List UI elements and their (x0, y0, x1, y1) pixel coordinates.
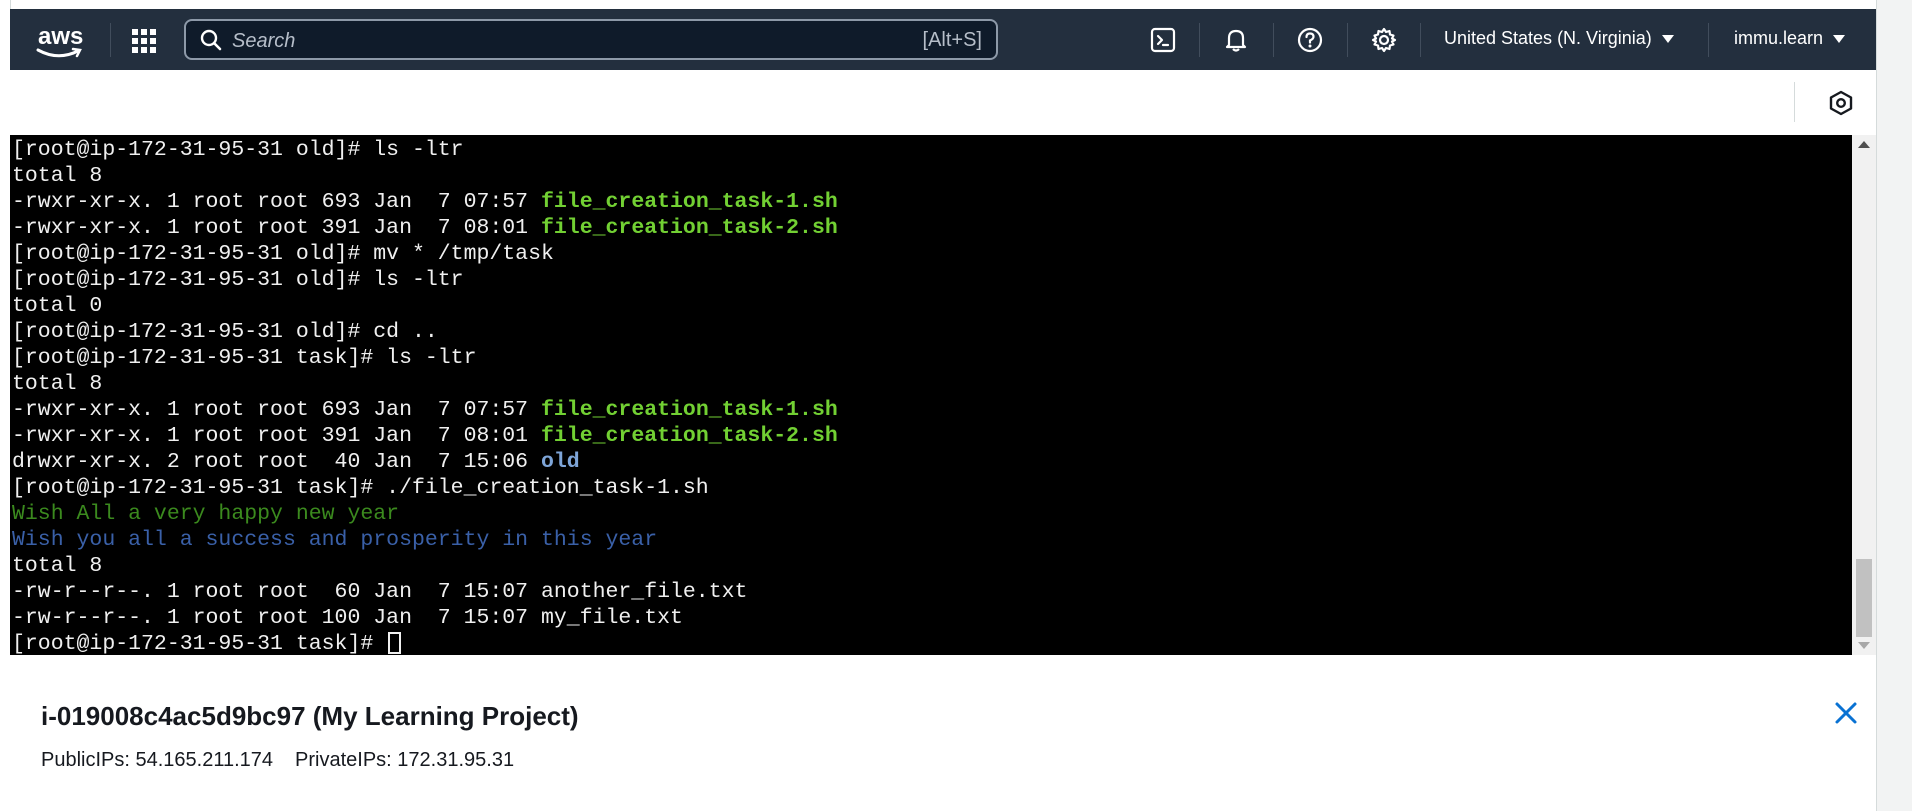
terminal-line: [root@ip-172-31-95-31 task]# ./file_crea… (12, 475, 838, 501)
window-top-edge (0, 0, 1912, 9)
nav-separator (1420, 23, 1421, 57)
terminal-scrollbar[interactable] (1852, 135, 1876, 655)
instance-ip-row: PublicIPs: 54.165.211.174 PrivateIPs: 17… (41, 749, 514, 772)
session-toolbar (10, 70, 1876, 135)
bell-icon[interactable] (1223, 27, 1249, 53)
terminal-line: -rw-r--r--. 1 root root 60 Jan 7 15:07 a… (12, 579, 838, 605)
terminal-exec-text: file_creation_task-2.sh (541, 424, 838, 448)
terminal-text: [root@ip-172-31-95-31 old]# cd .. (12, 320, 438, 344)
instance-info-panel: i-019008c4ac5d9bc97 (My Learning Project… (10, 655, 1876, 811)
close-icon[interactable] (1832, 699, 1860, 727)
terminal-text: [root@ip-172-31-95-31 old]# ls -ltr (12, 138, 464, 162)
terminal-output: [root@ip-172-31-95-31 old]# ls -ltr total… (12, 137, 838, 655)
window-right-edge (1876, 0, 1912, 811)
terminal-line: total 8 (12, 371, 838, 397)
scroll-down-arrow-icon[interactable] (1858, 642, 1870, 649)
terminal-line: Wish All a very happy new year (12, 501, 838, 527)
terminal-exec-text: file_creation_task-1.sh (541, 190, 838, 214)
cloudshell-icon[interactable] (1150, 27, 1176, 53)
terminal-line: total 8 (12, 163, 838, 189)
terminal-text: -rwxr-xr-x. 1 root root 693 Jan 7 07:57 (12, 398, 541, 422)
chevron-down-icon (1833, 34, 1846, 43)
terminal-text: -rwxr-xr-x. 1 root root 391 Jan 7 08:01 (12, 424, 541, 448)
terminal-line: drwxr-xr-x. 2 root root 40 Jan 7 15:06 o… (12, 449, 838, 475)
region-selector[interactable]: United States (N. Virginia) (1444, 28, 1674, 49)
terminal-line: -rw-r--r--. 1 root root 100 Jan 7 15:07 … (12, 605, 838, 631)
terminal-line: -rwxr-xr-x. 1 root root 391 Jan 7 08:01 … (12, 423, 838, 449)
help-icon[interactable] (1297, 27, 1323, 53)
nav-separator (1273, 23, 1274, 57)
account-menu[interactable]: immu.learn (1734, 28, 1846, 49)
terminal-cursor (388, 632, 402, 654)
terminal-line: [root@ip-172-31-95-31 old]# ls -ltr (12, 137, 838, 163)
terminal-text: -rwxr-xr-x. 1 root root 693 Jan 7 07:57 (12, 190, 541, 214)
terminal-window[interactable]: [root@ip-172-31-95-31 old]# ls -ltr total… (10, 135, 1852, 655)
terminal-line: [root@ip-172-31-95-31 old]# ls -ltr (12, 267, 838, 293)
terminal-text: [root@ip-172-31-95-31 old]# mv * /tmp/ta… (12, 242, 554, 266)
nav-separator (110, 23, 111, 57)
private-ips: PrivateIPs: 172.31.95.31 (295, 749, 515, 771)
terminal-blue-out-text: Wish you all a success and prosperity in… (12, 528, 658, 552)
terminal-text: [root@ip-172-31-95-31 task]# (12, 632, 387, 655)
terminal-exec-text: file_creation_task-1.sh (541, 398, 838, 422)
scroll-up-arrow-icon[interactable] (1858, 141, 1870, 148)
terminal-text: total 8 (12, 372, 103, 396)
terminal-text: total 0 (12, 294, 103, 318)
terminal-line: -rwxr-xr-x. 1 root root 693 Jan 7 07:57 … (12, 189, 838, 215)
terminal-text: -rw-r--r--. 1 root root 100 Jan 7 15:07 … (12, 606, 683, 630)
nav-separator (1708, 23, 1709, 57)
region-label: United States (N. Virginia) (1444, 28, 1652, 48)
search-input[interactable] (230, 27, 874, 55)
nav-separator (1347, 23, 1348, 57)
terminal-green-out-text: Wish All a very happy new year (12, 502, 400, 526)
terminal-dir-text: old (541, 450, 580, 474)
services-grid-icon[interactable] (132, 29, 156, 53)
gear-icon[interactable] (1371, 27, 1397, 53)
terminal-line: -rwxr-xr-x. 1 root root 693 Jan 7 07:57 … (12, 397, 838, 423)
public-ips: PublicIPs: 54.165.211.174 (41, 749, 274, 771)
terminal-line: [root@ip-172-31-95-31 old]# mv * /tmp/ta… (12, 241, 838, 267)
terminal-text: total 8 (12, 554, 103, 578)
terminal-text: total 8 (12, 164, 103, 188)
terminal-text: [root@ip-172-31-95-31 old]# ls -ltr (12, 268, 464, 292)
search-box[interactable]: [Alt+S] (184, 19, 998, 60)
terminal-line: [root@ip-172-31-95-31 task]# ls -ltr (12, 345, 838, 371)
account-name: immu.learn (1734, 28, 1824, 48)
terminal-line: total 0 (12, 293, 838, 319)
terminal-line: -rwxr-xr-x. 1 root root 391 Jan 7 08:01 … (12, 215, 838, 241)
aws-logo[interactable]: aws (34, 17, 90, 61)
aws-smile-icon (36, 47, 82, 58)
terminal-text: [root@ip-172-31-95-31 task]# ./file_crea… (12, 476, 709, 500)
preferences-icon[interactable] (1828, 90, 1854, 116)
terminal-text: -rw-r--r--. 1 root root 60 Jan 7 15:07 a… (12, 580, 748, 604)
aws-top-navigation: aws [Alt+S] (10, 9, 1876, 70)
scrollbar-thumb[interactable] (1856, 559, 1872, 637)
terminal-text: [root@ip-172-31-95-31 task]# ls -ltr (12, 346, 477, 370)
terminal-line: [root@ip-172-31-95-31 task]# (12, 631, 838, 655)
terminal-line: [root@ip-172-31-95-31 old]# cd .. (12, 319, 838, 345)
terminal-text: drwxr-xr-x. 2 root root 40 Jan 7 15:06 (12, 450, 541, 474)
toolbar-separator (1794, 82, 1795, 122)
instance-title: i-019008c4ac5d9bc97 (My Learning Project… (41, 701, 579, 731)
nav-separator (1199, 23, 1200, 57)
search-icon (200, 29, 222, 51)
terminal-line: total 8 (12, 553, 838, 579)
terminal-line: Wish you all a success and prosperity in… (12, 527, 838, 553)
chevron-down-icon (1661, 34, 1674, 43)
terminal-text: -rwxr-xr-x. 1 root root 391 Jan 7 08:01 (12, 216, 541, 240)
search-shortcut-hint: [Alt+S] (922, 29, 982, 51)
terminal-exec-text: file_creation_task-2.sh (541, 216, 838, 240)
